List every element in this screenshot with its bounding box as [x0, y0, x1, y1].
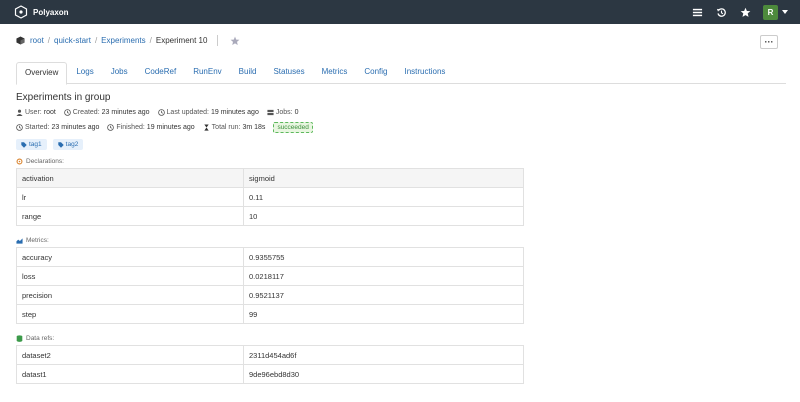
chevron-down-icon[interactable] — [782, 10, 788, 14]
breadcrumb: root / quick-start / Experiments / Exper… — [16, 35, 240, 46]
declarations-label: Declarations: — [26, 157, 64, 165]
gear-icon — [16, 158, 23, 164]
jobs-label: Jobs: — [275, 109, 293, 116]
server-icon — [267, 109, 274, 116]
declarations-table: activation sigmoid lr 0.11 range 10 — [16, 168, 524, 226]
table-row: lr 0.11 — [16, 187, 524, 207]
table-row: range 10 — [16, 206, 524, 226]
tab-overview[interactable]: Overview — [16, 62, 68, 85]
hourglass-icon — [203, 124, 209, 131]
metrics-table: accuracy 0.9355755 loss 0.0218117 precisio… — [16, 247, 524, 324]
finished-label: Finished: — [116, 124, 145, 131]
created-label: Created: — [72, 109, 100, 116]
overview-panel: Experiments in group User: root Created:… — [16, 92, 524, 384]
tab-statuses[interactable]: Statuses — [265, 62, 312, 84]
data-refs-label: Data refs: — [26, 334, 55, 342]
menu-icon[interactable] — [691, 6, 703, 18]
top-navbar: Polyaxon R — [0, 0, 800, 24]
clock-icon — [107, 124, 115, 131]
tab-instructions[interactable]: Instructions — [397, 62, 454, 84]
more-actions-button[interactable]: ··· — [760, 35, 778, 49]
tag-item[interactable]: tag1 — [16, 139, 47, 150]
clock-icon — [157, 109, 165, 116]
meta-row-2: Started: 23 minutes ago Finished: 19 min… — [16, 122, 524, 133]
total-run-value: 3m 18s — [242, 124, 266, 131]
database-icon — [16, 334, 23, 342]
user-label: User: — [25, 109, 42, 116]
table-row: dataset2 2311d454ad6f — [16, 345, 524, 365]
history-icon[interactable] — [715, 6, 727, 18]
star-icon[interactable] — [739, 6, 751, 18]
clock-icon — [64, 109, 71, 116]
brand-name: Polyaxon — [33, 7, 69, 17]
created-value: 23 minutes ago — [101, 109, 150, 116]
tab-config[interactable]: Config — [356, 62, 395, 84]
finished-value: 19 minutes ago — [146, 124, 195, 131]
tag-list: tag1 tag2 — [16, 139, 524, 150]
tab-metrics[interactable]: Metrics — [314, 62, 356, 84]
started-value: 23 minutes ago — [51, 124, 100, 131]
metrics-header: Metrics: — [16, 235, 524, 245]
breadcrumb-project-link[interactable]: quick-start — [54, 36, 91, 45]
tab-coderef[interactable]: CodeRef — [137, 62, 185, 84]
data-refs-header: Data refs: — [16, 333, 524, 343]
declarations-header: Declarations: — [16, 156, 524, 166]
table-row: accuracy 0.9355755 — [16, 247, 524, 267]
tag-icon — [57, 141, 64, 148]
table-row: loss 0.0218117 — [16, 266, 524, 286]
tab-bar: Overview Logs Jobs CodeRef RunEnv Build … — [16, 62, 786, 85]
clock-icon — [16, 124, 23, 131]
bookmark-star-icon[interactable] — [230, 36, 240, 46]
tab-jobs[interactable]: Jobs — [103, 62, 136, 84]
breadcrumb-experiments-link[interactable]: Experiments — [101, 36, 145, 45]
jobs-value: 0 — [294, 109, 299, 116]
metrics-label: Metrics: — [26, 236, 49, 244]
table-row: precision 0.9521137 — [16, 285, 524, 305]
tab-build[interactable]: Build — [231, 62, 265, 84]
area-chart-icon — [16, 237, 23, 244]
cube-icon — [16, 36, 25, 45]
started-label: Started: — [25, 124, 50, 131]
tag-icon — [21, 141, 27, 148]
breadcrumb-root-link[interactable]: root — [30, 36, 44, 45]
table-row: datast1 9de96ebd8d30 — [16, 364, 524, 384]
meta-row-1: User: root Created: 23 minutes ago Last … — [16, 109, 524, 116]
table-row: activation sigmoid — [16, 168, 524, 188]
tag-item[interactable]: tag2 — [52, 139, 84, 150]
table-row: step 99 — [16, 304, 524, 324]
page-title: Experiments in group — [16, 92, 111, 103]
user-icon — [16, 109, 23, 116]
tab-logs[interactable]: Logs — [68, 62, 101, 84]
status-badge: succeeded — [273, 122, 313, 133]
updated-label: Last updated: — [166, 109, 209, 116]
total-run-label: Total run: — [211, 124, 241, 131]
polyaxon-logo-icon — [14, 5, 28, 19]
tab-runenv[interactable]: RunEnv — [185, 62, 229, 84]
user-value: root — [43, 109, 56, 116]
user-avatar[interactable]: R — [763, 4, 778, 20]
breadcrumb-current: Experiment 10 — [155, 36, 208, 45]
data-refs-table: dataset2 2311d454ad6f datast1 9de96ebd8d30 — [16, 345, 524, 384]
updated-value: 19 minutes ago — [210, 109, 259, 116]
brand-logo-link[interactable]: Polyaxon — [14, 5, 69, 19]
